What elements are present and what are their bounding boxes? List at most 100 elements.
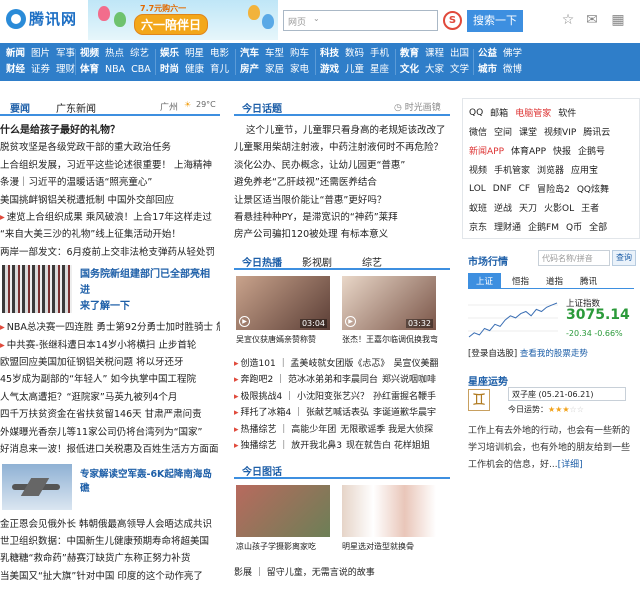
tab-headlines[interactable]: 要闻 <box>10 100 30 115</box>
service-link[interactable]: 王者 <box>581 201 599 214</box>
list-item[interactable]: “来自大美三沙的礼物”线上征集活动开始！ <box>0 226 220 243</box>
pic-thumbnail[interactable] <box>342 484 436 537</box>
list-item[interactable]: 两岸一部发文：6月疫前上交非法枪支弹药从轻处罚 <box>0 244 220 261</box>
service-link[interactable]: 冒险岛2 <box>537 182 570 195</box>
video-list-left[interactable]: 热播综艺 ｜ 高能少年团 <box>241 425 337 435</box>
list-item[interactable]: 儿童聚用柴胡注射液，中药注射液何时不再危险？ <box>234 139 450 156</box>
service-link[interactable]: 微信 <box>469 125 487 138</box>
nav-link[interactable]: 佛学 <box>503 48 522 59</box>
video-list-item[interactable]: ▸ 拜托了冰箱4 ｜ 张献艺喊话表弘 李诞道歉华晨宇 <box>234 405 450 422</box>
nav-link[interactable]: 出国 <box>450 48 469 59</box>
list-item[interactable]: ▸ 速览上合组织成果 乘风破浪！上合17年这样走过 <box>0 209 220 226</box>
list-item[interactable]: 避免养老“乙肝歧视”还需医养结合 <box>234 174 450 191</box>
list-item[interactable]: 房产公司骗扣120被处理 有标本意义 <box>234 226 450 243</box>
nav-link[interactable]: 家电 <box>290 64 309 75</box>
nav-link[interactable]: 游戏 <box>320 64 339 75</box>
nav-link[interactable]: 手机 <box>370 48 389 59</box>
login-stock-link[interactable]: [登录自选股] <box>468 349 517 359</box>
list-item[interactable]: 45岁成为副部的“年轻人” 如今执掌中国工程院 <box>0 371 220 388</box>
list-item[interactable]: 美国挑衅钢铝关税遭抵制 中国外交部回应 <box>0 192 220 209</box>
list-item[interactable]: 什么是给孩子最好的礼物？ <box>0 122 220 139</box>
nav-link[interactable]: 证券 <box>31 64 50 75</box>
list-item[interactable]: 让景区适当限价能让“普惠”更好吗？ <box>234 192 450 209</box>
pic-caption[interactable]: 明星选对造型就换骨 <box>342 541 414 552</box>
zodiac-select[interactable]: 双子座 (05.21-06.21) <box>508 387 626 401</box>
service-link[interactable]: 浏览器 <box>537 163 564 176</box>
nav-link[interactable]: 文学 <box>450 64 469 75</box>
nav-link[interactable]: 育儿 <box>210 64 229 75</box>
list-item[interactable]: 脱贫攻坚是各级党政干部的重大政治任务 <box>0 139 220 156</box>
view-stock-link[interactable]: 查看我的股票走势 <box>520 349 588 359</box>
topic-badge[interactable]: ◷ 时光画镜 <box>394 100 441 113</box>
service-link[interactable]: 全部 <box>589 220 607 233</box>
service-link[interactable]: 体育APP <box>511 144 546 157</box>
nav-link[interactable]: 图片 <box>31 48 50 59</box>
nav-link[interactable]: 儿童 <box>345 64 364 75</box>
nav-link[interactable]: 理财 <box>56 64 75 75</box>
video-list-item[interactable]: ▸ 极限挑战4 ｜ 小沈阳变张艺兴？ 孙红雷握名鞭手 <box>234 389 450 406</box>
service-link[interactable]: QQ <box>469 108 483 118</box>
mail-icon[interactable]: ✉ <box>584 12 600 28</box>
nav-link[interactable]: 汽车 <box>240 48 259 59</box>
tab-guangdong-news[interactable]: 广东新闻 <box>56 100 96 115</box>
video-list-item[interactable]: ▸ 独播综艺 ｜ 放开我北鼻3 现在就告白 花样姐姐 <box>234 438 450 455</box>
service-link[interactable]: 手机管家 <box>494 163 530 176</box>
service-link[interactable]: 逆战 <box>494 201 512 214</box>
star-icon[interactable]: ☆ <box>560 12 576 28</box>
nav-link[interactable]: 热点 <box>105 48 124 59</box>
video-thumbnail[interactable]: ▶ 03:04 <box>236 275 330 330</box>
tab-shanghai[interactable]: 上证 <box>468 273 502 289</box>
nav-link[interactable]: 车型 <box>265 48 284 59</box>
nav-link[interactable]: 明星 <box>185 48 204 59</box>
nav-link[interactable]: 课程 <box>425 48 444 59</box>
video-list-right[interactable]: 现在就告白 花样姐姐 <box>346 441 430 451</box>
service-link[interactable]: 企鹅FM <box>528 220 559 233</box>
tab-today-pics[interactable]: 今日图话 <box>242 463 282 478</box>
nav-link[interactable]: 房产 <box>240 64 259 75</box>
feature-item[interactable]: 国务院新组建部门已全部亮相 进 来了解一下 <box>0 263 220 319</box>
nav-link[interactable]: 综艺 <box>130 48 149 59</box>
nav-link[interactable]: 视频 <box>80 48 99 59</box>
feature-thumbnail[interactable] <box>2 265 72 314</box>
video-list-item[interactable]: ▸ 奔跑吧2 ｜ 范冰冰弟弟和李晨同台 郑兴说咽咖啡 <box>234 372 450 389</box>
nav-link[interactable]: 微博 <box>503 64 522 75</box>
list-item[interactable]: 四千万扶贫资金在省扶贫留146天 甘肃严肃问责 <box>0 406 220 423</box>
service-link[interactable]: 企鹅号 <box>578 144 605 157</box>
video-caption[interactable]: 张杰！王嘉尔临调侃换我弯 <box>342 334 446 345</box>
feature-item-2[interactable]: 专家解读空军轰-6K起降南海岛礁 <box>0 462 220 516</box>
grid-icon[interactable]: ▦ <box>610 12 626 28</box>
nav-link[interactable]: 数码 <box>345 48 364 59</box>
search-scope-select[interactable]: 网页 <box>288 15 306 28</box>
service-link[interactable]: 蚁班 <box>469 201 487 214</box>
nav-link[interactable]: 城市 <box>478 64 497 75</box>
video-list-right[interactable]: 李诞道歉华晨宇 <box>373 408 436 418</box>
video-list-right[interactable]: 无限歌谣季 我是大侦探 <box>340 425 433 435</box>
service-link[interactable]: Q币 <box>566 220 582 233</box>
detail-link[interactable]: [详细] <box>558 460 583 470</box>
service-link[interactable]: LOL <box>469 184 486 194</box>
nav-link[interactable]: 军事 <box>56 48 75 59</box>
video-list-left[interactable]: 创造101 ｜ 孟美岐就女团版《忐忑》 <box>241 359 390 369</box>
service-link[interactable]: 理财通 <box>494 220 521 233</box>
nav-link[interactable]: 电影 <box>210 48 229 59</box>
list-item[interactable]: 条漫｜习近平的温暖话语“照亮童心” <box>0 174 220 191</box>
list-item[interactable]: 金正恩会见俄外长 韩朝俄最高领导人会晤达成共识 <box>0 516 220 533</box>
tab-hangseng[interactable]: 恒指 <box>512 275 529 287</box>
list-item[interactable]: 上合组织发展，习近平这些论述很重要！ 上海精神 <box>0 157 220 174</box>
service-link[interactable]: 课堂 <box>519 125 537 138</box>
nav-link[interactable]: 星座 <box>370 64 389 75</box>
service-link[interactable]: 天刀 <box>519 201 537 214</box>
video-list-item[interactable]: ▸ 热播综艺 ｜ 高能少年团 无限歌谣季 我是大侦探 <box>234 422 450 439</box>
video-list-left[interactable]: 奔跑吧2 ｜ 范冰冰弟弟和李晨同台 <box>241 375 378 385</box>
list-item[interactable]: 看悬挂种种PY，是滞宽识的“神药”莱拜 <box>234 209 450 226</box>
tab-dow[interactable]: 道指 <box>546 275 563 287</box>
nav-link[interactable]: 财经 <box>6 64 25 75</box>
tab-tv-series[interactable]: 影视剧 <box>302 254 332 269</box>
plane-thumbnail[interactable] <box>2 463 72 510</box>
tab-variety[interactable]: 综艺 <box>362 254 382 269</box>
nav-link[interactable]: 家居 <box>265 64 284 75</box>
nav-link[interactable]: 娱乐 <box>160 48 179 59</box>
service-link[interactable]: 视频VIP <box>544 125 576 138</box>
tab-today-topic[interactable]: 今日话题 <box>242 100 282 115</box>
list-item[interactable]: 乳糖糖“救命药”赫赛汀缺货广东称正努力补货 <box>0 550 220 567</box>
